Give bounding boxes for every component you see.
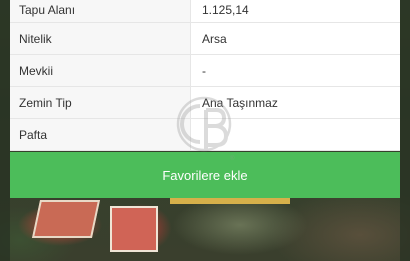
row-label: Pafta — [10, 119, 191, 150]
add-to-favorites-button[interactable]: Favorilere ekle — [10, 152, 400, 198]
row-label: Mevkii — [10, 55, 191, 86]
row-label: Nitelik — [10, 23, 191, 54]
table-row: Tapu Alanı 1.125,14 — [10, 0, 400, 23]
left-edge — [0, 0, 10, 261]
table-row: Pafta — [10, 119, 400, 151]
table-row: Zemin Tip Ana Taşınmaz — [10, 87, 400, 119]
row-label: Tapu Alanı — [10, 0, 191, 22]
field-strip — [170, 198, 290, 204]
table-row: Nitelik Arsa — [10, 23, 400, 55]
house-roof — [110, 206, 158, 252]
property-details-table: Tapu Alanı 1.125,14 Nitelik Arsa Mevkii … — [10, 0, 400, 151]
house-roof — [31, 200, 101, 238]
row-label: Zemin Tip — [10, 87, 191, 118]
row-value: - — [202, 63, 206, 78]
row-value — [191, 119, 400, 150]
right-edge — [400, 0, 410, 261]
row-value: Ana Taşınmaz — [202, 95, 278, 110]
row-value: Arsa — [202, 31, 227, 46]
table-row: Mevkii - — [10, 55, 400, 87]
row-value: 1.125,14 — [202, 3, 249, 17]
